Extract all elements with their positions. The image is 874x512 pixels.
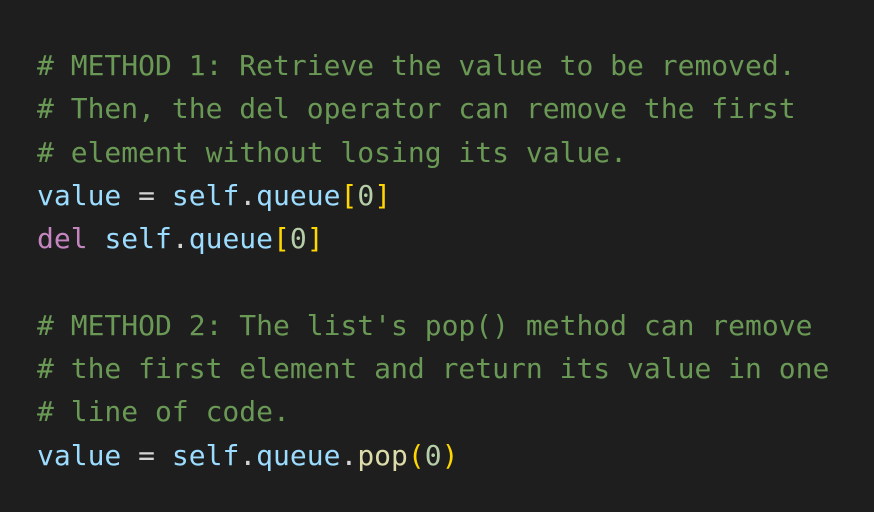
bracket-token: [: [273, 222, 290, 256]
code-line: # METHOD 1: Retrieve the value to be rem…: [37, 44, 829, 87]
comment-token: # METHOD 1: Retrieve the value to be rem…: [37, 49, 796, 82]
comment-token: # METHOD 2: The list's pop() method can …: [37, 308, 813, 342]
function-token: pop: [357, 438, 408, 472]
comment-token: # element without losing its value.: [37, 135, 628, 169]
comment-token: # line of code.: [37, 395, 290, 429]
code-line: # Then, the del operator can remove the …: [37, 87, 829, 130]
identifier-token: value: [37, 438, 122, 472]
code-line: # element without losing its value.: [37, 131, 829, 174]
bracket-token: [: [340, 178, 358, 212]
bracket-token: ]: [374, 178, 392, 212]
identifier-token: queue: [256, 438, 341, 472]
identifier-token: value: [37, 178, 122, 212]
identifier-token: self: [171, 438, 240, 472]
code-line: # line of code.: [37, 390, 829, 433]
operator-token: .: [340, 438, 358, 472]
bracket-token: ): [441, 438, 459, 472]
identifier-token: self: [104, 222, 172, 256]
code-line: # the first element and return its value…: [37, 347, 829, 390]
identifier-token: queue: [256, 178, 341, 212]
identifier-token: queue: [188, 222, 274, 256]
keyword-token: del: [37, 222, 88, 256]
operator-token: .: [171, 222, 189, 256]
operator-token: [88, 222, 105, 255]
operator-token: =: [121, 438, 172, 472]
number-token: 0: [289, 222, 307, 256]
comment-token: # Then, the del operator can remove the …: [37, 92, 796, 126]
operator-token: .: [239, 438, 257, 472]
code-line: value = self.queue[0]: [37, 174, 829, 217]
code-line: del self.queue[0]: [37, 217, 829, 260]
bracket-token: ]: [306, 222, 324, 256]
number-token: 0: [357, 178, 375, 212]
operator-token: .: [239, 178, 257, 212]
code-block[interactable]: # METHOD 1: Retrieve the value to be rem…: [37, 44, 829, 477]
number-token: 0: [424, 438, 442, 472]
code-line: # METHOD 2: The list's pop() method can …: [37, 304, 829, 347]
bracket-token: (: [407, 438, 425, 472]
identifier-token: self: [171, 178, 240, 212]
code-line: value = self.queue.pop(0): [37, 434, 829, 477]
code-editor[interactable]: # METHOD 1: Retrieve the value to be rem…: [0, 0, 874, 512]
operator-token: =: [121, 178, 172, 212]
comment-token: # the first element and return its value…: [37, 352, 830, 386]
